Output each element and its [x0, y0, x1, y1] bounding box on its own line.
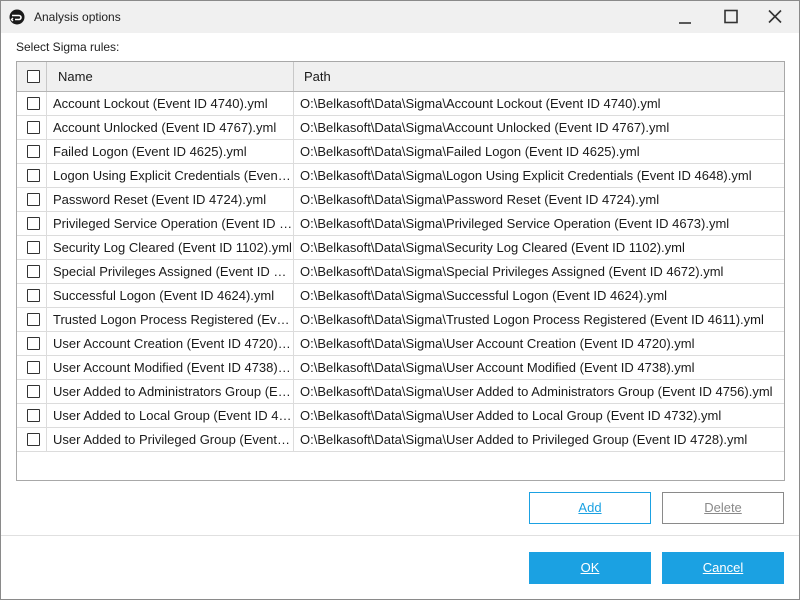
- rule-name-cell: Account Lockout (Event ID 4740).yml: [47, 92, 294, 115]
- table-row[interactable]: User Added to Administrators Group (Even…: [17, 380, 784, 404]
- table-row[interactable]: User Added to Privileged Group (Event ID…: [17, 428, 784, 452]
- rule-path-cell: O:\Belkasoft\Data\Sigma\User Account Cre…: [300, 336, 695, 351]
- row-checkbox-cell: [17, 308, 47, 331]
- footer-divider: [1, 535, 799, 536]
- row-checkbox[interactable]: [27, 265, 40, 278]
- rule-name-cell: User Added to Local Group (Event ID 4732…: [47, 404, 294, 427]
- table-row[interactable]: Failed Logon (Event ID 4625).yml O:\Belka…: [17, 140, 784, 164]
- minimize-button[interactable]: [663, 1, 707, 33]
- rule-path-cell: O:\Belkasoft\Data\Sigma\Privileged Servi…: [300, 216, 730, 231]
- belkasoft-logo-icon: [9, 9, 25, 25]
- window-title: Analysis options: [34, 10, 121, 24]
- rule-name-cell: Password Reset (Event ID 4724).yml: [47, 188, 294, 211]
- row-checkbox[interactable]: [27, 169, 40, 182]
- row-checkbox[interactable]: [27, 217, 40, 230]
- row-checkbox[interactable]: [27, 145, 40, 158]
- rule-name-cell: Trusted Logon Process Registered (Event …: [47, 308, 294, 331]
- rule-name-cell: Privileged Service Operation (Event ID 4…: [47, 212, 294, 235]
- table-row[interactable]: User Account Creation (Event ID 4720).ym…: [17, 332, 784, 356]
- row-checkbox-cell: [17, 188, 47, 211]
- rule-path-cell: O:\Belkasoft\Data\Sigma\Successful Logon…: [300, 288, 668, 303]
- row-checkbox[interactable]: [27, 361, 40, 374]
- table-header: Name Path: [17, 62, 784, 92]
- rule-path-cell: O:\Belkasoft\Data\Sigma\Failed Logon (Ev…: [300, 144, 640, 159]
- rule-name-cell: User Account Creation (Event ID 4720).ym…: [47, 332, 294, 355]
- row-checkbox[interactable]: [27, 385, 40, 398]
- rule-path-cell: O:\Belkasoft\Data\Sigma\User Added to Lo…: [300, 408, 722, 423]
- row-checkbox-cell: [17, 428, 47, 451]
- column-header-name[interactable]: Name: [47, 62, 294, 91]
- ok-button[interactable]: OK: [529, 552, 651, 584]
- rule-name-cell: Successful Logon (Event ID 4624).yml: [47, 284, 294, 307]
- table-row[interactable]: Account Lockout (Event ID 4740).yml O:\Be…: [17, 92, 784, 116]
- row-checkbox-cell: [17, 380, 47, 403]
- row-checkbox[interactable]: [27, 313, 40, 326]
- table-row[interactable]: Trusted Logon Process Registered (Event …: [17, 308, 784, 332]
- select-all-cell: [17, 62, 47, 91]
- row-checkbox-cell: [17, 284, 47, 307]
- row-checkbox[interactable]: [27, 121, 40, 134]
- rule-name-cell: Failed Logon (Event ID 4625).yml: [47, 140, 294, 163]
- row-checkbox-cell: [17, 332, 47, 355]
- rule-name-cell: Security Log Cleared (Event ID 1102).yml: [47, 236, 294, 259]
- row-checkbox-cell: [17, 140, 47, 163]
- row-checkbox[interactable]: [27, 289, 40, 302]
- table-row[interactable]: Successful Logon (Event ID 4624).yml O:\B…: [17, 284, 784, 308]
- rule-name-cell: Special Privileges Assigned (Event ID 46…: [47, 260, 294, 283]
- row-checkbox[interactable]: [27, 409, 40, 422]
- table-body: Account Lockout (Event ID 4740).yml O:\Be…: [17, 92, 784, 452]
- maximize-button[interactable]: [709, 1, 753, 33]
- table-row[interactable]: User Account Modified (Event ID 4738).ym…: [17, 356, 784, 380]
- analysis-options-window: Analysis options Select Sigma rules: Nam…: [0, 0, 800, 600]
- delete-button[interactable]: Delete: [662, 492, 784, 524]
- sigma-rules-table[interactable]: Name Path Account Lockout (Event ID 4740…: [16, 61, 785, 481]
- row-checkbox-cell: [17, 404, 47, 427]
- rule-path-cell: O:\Belkasoft\Data\Sigma\User Account Mod…: [300, 360, 695, 375]
- row-checkbox-cell: [17, 164, 47, 187]
- cancel-button[interactable]: Cancel: [662, 552, 784, 584]
- row-checkbox-cell: [17, 212, 47, 235]
- rule-path-cell: O:\Belkasoft\Data\Sigma\Account Unlocked…: [300, 120, 670, 135]
- table-row[interactable]: Password Reset (Event ID 4724).yml O:\Bel…: [17, 188, 784, 212]
- rule-path-cell: O:\Belkasoft\Data\Sigma\Logon Using Expl…: [300, 168, 752, 183]
- close-button[interactable]: [753, 1, 797, 33]
- row-checkbox-cell: [17, 356, 47, 379]
- rule-path-cell: O:\Belkasoft\Data\Sigma\Password Reset (…: [300, 192, 660, 207]
- add-button[interactable]: Add: [529, 492, 651, 524]
- rule-path-cell: O:\Belkasoft\Data\Sigma\User Added to Ad…: [300, 384, 773, 399]
- dialog-content: Select Sigma rules: Name Path Account Lo…: [1, 33, 799, 599]
- row-checkbox[interactable]: [27, 97, 40, 110]
- row-checkbox[interactable]: [27, 241, 40, 254]
- rule-path-cell: O:\Belkasoft\Data\Sigma\Trusted Logon Pr…: [300, 312, 764, 327]
- row-checkbox-cell: [17, 116, 47, 139]
- select-all-checkbox[interactable]: [27, 70, 40, 83]
- table-row[interactable]: Special Privileges Assigned (Event ID 46…: [17, 260, 784, 284]
- rule-path-cell: O:\Belkasoft\Data\Sigma\Special Privileg…: [300, 264, 724, 279]
- rule-name-cell: User Added to Privileged Group (Event ID…: [47, 428, 294, 451]
- rule-name-cell: User Account Modified (Event ID 4738).ym…: [47, 356, 294, 379]
- maximize-icon: [724, 9, 738, 24]
- close-icon: [768, 9, 782, 24]
- table-row[interactable]: Privileged Service Operation (Event ID 4…: [17, 212, 784, 236]
- row-checkbox-cell: [17, 92, 47, 115]
- table-row[interactable]: Security Log Cleared (Event ID 1102).yml…: [17, 236, 784, 260]
- table-row[interactable]: Account Unlocked (Event ID 4767).yml O:\B…: [17, 116, 784, 140]
- rule-path-cell: O:\Belkasoft\Data\Sigma\Security Log Cle…: [300, 240, 685, 255]
- row-checkbox[interactable]: [27, 193, 40, 206]
- table-row[interactable]: User Added to Local Group (Event ID 4732…: [17, 404, 784, 428]
- row-checkbox-cell: [17, 260, 47, 283]
- row-checkbox[interactable]: [27, 337, 40, 350]
- rule-path-cell: O:\Belkasoft\Data\Sigma\User Added to Pr…: [300, 432, 748, 447]
- rule-name-cell: Logon Using Explicit Credentials (Event …: [47, 164, 294, 187]
- title-bar[interactable]: Analysis options: [1, 1, 799, 33]
- rule-path-cell: O:\Belkasoft\Data\Sigma\Account Lockout …: [300, 96, 661, 111]
- rule-name-cell: Account Unlocked (Event ID 4767).yml: [47, 116, 294, 139]
- table-row[interactable]: Logon Using Explicit Credentials (Event …: [17, 164, 784, 188]
- rule-name-cell: User Added to Administrators Group (Even…: [47, 380, 294, 403]
- minimize-icon: [679, 22, 691, 24]
- column-header-path[interactable]: Path: [294, 62, 784, 91]
- select-sigma-rules-label: Select Sigma rules:: [16, 40, 120, 54]
- row-checkbox-cell: [17, 236, 47, 259]
- row-checkbox[interactable]: [27, 433, 40, 446]
